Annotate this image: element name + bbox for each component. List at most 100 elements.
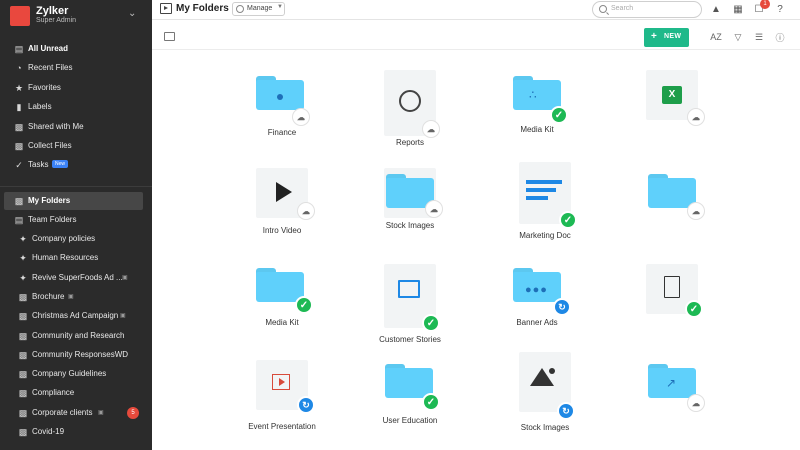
item-name: Banner Ads [516,318,558,327]
sidebar-item-company-policies[interactable]: ✦ Company policies [8,230,143,248]
sidebar-item-community-responseswd[interactable]: ▩ Community ResponsesWD [8,346,143,364]
lock-icon: ▣ [120,313,126,319]
spreadsheet-icon: X [662,86,682,104]
shared-icon: ▩ [14,121,24,132]
check-icon: ✓ [685,300,703,318]
team-folder-icon: ▩ [18,387,28,398]
document-line [526,188,556,192]
sidebar-item-label: Compliance [32,388,75,397]
megaphone-icon[interactable]: ▲ [710,3,722,15]
toolbar: + NEW AZ ▽ ☰ ⓘ [152,21,800,50]
sidebar-item-compliance[interactable]: ▩ Compliance [8,384,143,402]
org-switcher[interactable]: Zylker Super Admin ⌄ [8,4,152,28]
manage-button[interactable]: Manage ▼ [232,2,285,16]
item-name: Marketing Doc [519,231,571,240]
image-sun [549,368,555,374]
org-role: Super Admin [36,17,77,24]
help-icon[interactable]: ? [774,3,786,15]
sidebar-item-collect-files[interactable]: ▩ Collect Files [4,137,143,155]
folder-icon: ●●● [513,268,561,302]
sidebar-item-label: Favorites [28,83,61,92]
apps-grid-icon[interactable]: ▦ [732,3,744,15]
sidebar-item-covid-19[interactable]: ▩ Covid-19 [8,423,143,441]
sidebar-item-shared-with-me[interactable]: ▩ Shared with Me [4,118,143,136]
pin-icon: ✦ [19,233,27,244]
item-name: Stock Images [520,423,570,432]
manage-icon [236,5,244,13]
folder-icon [256,76,304,110]
team-folder-icon: ▩ [18,407,28,418]
star-icon: ★ [14,82,24,93]
sync-icon: ↻ [553,298,571,316]
sidebar-item-label: My Folders [28,196,71,205]
cloud-icon: ☁ [422,120,440,138]
count-badge: 5 [127,407,139,419]
sidebar-item-corporate-clients[interactable]: ▩ Corporate clients ▣ 5 [8,404,143,422]
cloud-icon: ☁ [687,394,705,412]
item-name: Stock Images [385,221,435,230]
item-name: User Education [382,416,438,425]
document-icon [526,180,562,184]
sidebar-item-labels[interactable]: ▮ Labels [4,98,143,116]
info-icon[interactable]: ⓘ [774,31,786,43]
search-input[interactable]: Search [592,1,702,18]
new-button-label: NEW [664,33,682,40]
label-icon: ▮ [16,101,22,112]
check-icon: ✓ [422,393,440,411]
sidebar-item-label: Corporate clients [32,408,93,417]
check-icon: ✓ [295,296,313,314]
my-folders-icon [160,3,172,14]
chevron-down-icon[interactable]: ⌄ [128,8,136,19]
sidebar-item-label: Recent Files [28,63,73,72]
sidebar-item-my-folders[interactable]: ▩ My Folders [4,192,143,210]
sidebar-item-label: Brochure [32,292,65,301]
sidebar-item-favorites[interactable]: ★ Favorites [4,79,143,97]
slides-play [279,378,285,386]
item-name: Intro Video [262,226,302,235]
new-badge: New [52,160,69,168]
lock-icon: ▣ [68,294,74,300]
new-button[interactable]: + NEW [644,28,689,47]
sidebar-item-recent-files[interactable]: ◔ Recent Files [4,59,143,77]
sidebar-item-tasks[interactable]: ✓ Tasks New [4,156,143,174]
sidebar-item-label: Revive SuperFoods Ad ... [32,273,123,282]
play-icon [276,182,292,202]
lock-icon: ▣ [98,410,104,416]
search-placeholder: Search [611,5,634,12]
pdf-icon [664,276,680,298]
item-name: Customer Stories [379,335,441,344]
plus-icon: + [651,31,657,42]
sidebar-item-community-and-research[interactable]: ▩ Community and Research [8,327,143,345]
list-view-icon[interactable]: ☰ [753,31,765,43]
sidebar-item-revive-superfoods[interactable]: ✦ Revive SuperFoods Ad ... ▣ [8,269,143,287]
sync-icon: ↻ [297,396,315,414]
org-logo [10,6,30,26]
folder-icon [385,364,433,398]
team-folder-icon: ▩ [18,349,28,360]
sidebar-item-label: Labels [28,102,52,111]
folder-info-icon[interactable] [164,32,175,41]
sidebar-item-christmas-ad-campaign[interactable]: ▩ Christmas Ad Campaign ▣ [8,307,143,325]
team-folder-icon: ▩ [18,310,28,321]
chevron-down-icon: ▼ [277,4,283,10]
sidebar-item-human-resources[interactable]: ✦ Human Resources [8,249,143,267]
clock-icon: ◔ [16,63,22,73]
page-title: My Folders [176,3,229,14]
sidebar-item-label: Team Folders [28,215,77,224]
sidebar-item-label: Covid-19 [32,427,65,436]
sidebar-item-company-guidelines[interactable]: ▩ Company Guidelines [8,365,143,383]
sidebar-item-label: Company Guidelines [32,369,107,378]
notification-badge: 1 [760,0,770,9]
presentation-icon [398,280,420,298]
folder-icon: ∴ [513,76,561,110]
folder-icon: ↗ [648,364,696,398]
filter-icon[interactable]: ▽ [732,31,744,43]
sidebar-item-team-folders[interactable]: ▤ Team Folders [4,211,143,229]
sidebar-item-brochure[interactable]: ▩ Brochure ▣ [8,288,143,306]
team-folder-icon: ▩ [18,426,28,437]
manage-label: Manage [247,5,273,12]
sync-icon: ↻ [557,402,575,420]
folder-icon: ▩ [14,195,24,206]
sort-icon[interactable]: AZ [710,31,722,43]
sidebar-item-all-unread[interactable]: ▤ All Unread [4,40,143,58]
